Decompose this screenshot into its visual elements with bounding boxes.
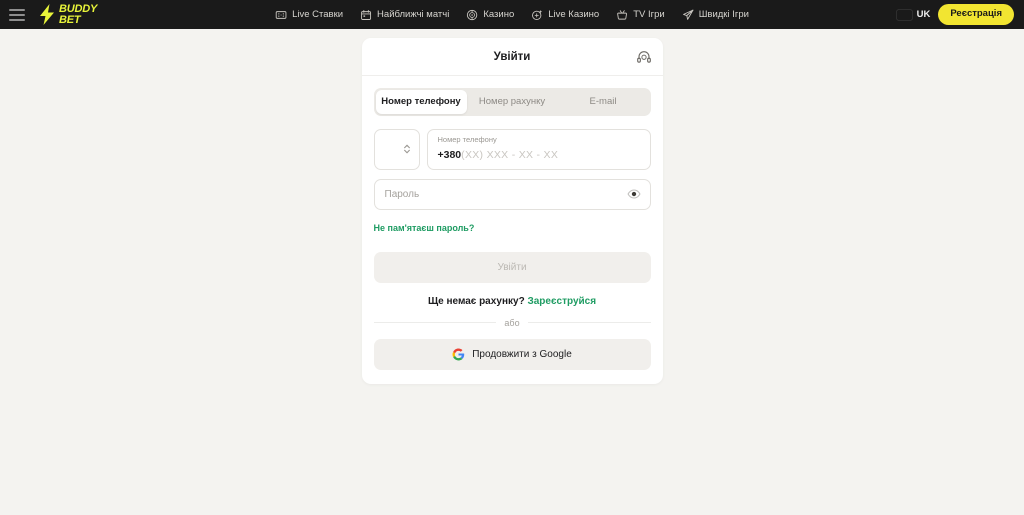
phone-number-input[interactable]: Номер телефону +380(XX) XXX - XX - XX — [427, 129, 651, 170]
phone-input-value: +380(XX) XXX - XX - XX — [438, 149, 559, 161]
phone-country-code: +380 — [438, 149, 462, 161]
nav-item-live-casino[interactable]: Live Казино — [531, 9, 599, 21]
nav-label: TV Ігри — [633, 9, 664, 20]
nav-label: Казино — [483, 9, 514, 20]
nav-label: Найближчі матчі — [377, 9, 449, 20]
logo-wordmark: BUDDY BET — [59, 4, 97, 25]
tv-icon — [616, 9, 628, 21]
top-header: BUDDY BET Live Ставки Найближчі матчі — [0, 0, 1024, 29]
burger-line — [9, 14, 25, 16]
forgot-password-link[interactable]: Не пам'ятаєш пароль? — [374, 223, 475, 233]
logo-line-2: BET — [59, 15, 97, 25]
continue-with-google-button[interactable]: Продовжити з Google — [374, 339, 651, 370]
signup-prompt-text: Ще немає рахунку? — [428, 296, 525, 307]
phone-input-row: Номер телефону +380(XX) XXX - XX - XX — [374, 129, 651, 170]
nav-item-casino[interactable]: Казино — [466, 9, 514, 21]
nav-label: Live Ставки — [292, 9, 343, 20]
site-logo[interactable]: BUDDY BET — [39, 4, 97, 25]
hamburger-menu-icon[interactable] — [9, 9, 25, 21]
divider-label: або — [504, 318, 519, 328]
nav-item-live-bets[interactable]: Live Ставки — [275, 9, 343, 21]
password-input[interactable]: Пароль — [374, 179, 651, 210]
login-method-tabs: Номер телефону Номер рахунку E-mail — [374, 88, 651, 116]
divider-line-left — [374, 322, 497, 323]
nav-item-fast-games[interactable]: Швидкі Ігри — [682, 9, 749, 21]
tab-email[interactable]: E-mail — [558, 90, 649, 114]
nav-item-upcoming-matches[interactable]: Найближчі матчі — [360, 9, 449, 21]
tab-phone-number[interactable]: Номер телефону — [376, 90, 467, 114]
nav-label: Live Казино — [548, 9, 599, 20]
scoreboard-icon — [275, 9, 287, 21]
login-card: Увійти Номер телефону Номер рахунку E-ma… — [362, 38, 663, 384]
login-submit-button[interactable]: Увійти — [374, 252, 651, 283]
signup-link[interactable]: Зареєструйся — [527, 296, 596, 307]
burger-line — [9, 19, 25, 21]
ukraine-flag-icon — [382, 144, 399, 155]
tab-account-number[interactable]: Номер рахунку — [467, 90, 558, 114]
lightning-bolt-icon — [39, 4, 56, 25]
page-title: Увійти — [494, 51, 531, 63]
signup-prompt-row: Ще немає рахунку? Зареєструйся — [374, 296, 651, 307]
rocket-icon — [682, 9, 694, 21]
or-divider: або — [374, 318, 651, 328]
headset-support-icon[interactable] — [636, 49, 652, 65]
eye-icon[interactable] — [627, 187, 641, 201]
logo-line-1: BUDDY — [59, 4, 97, 14]
password-placeholder: Пароль — [385, 189, 420, 200]
google-button-label: Продовжити з Google — [472, 349, 572, 360]
phone-mask: (XX) XXX - XX - XX — [461, 149, 558, 161]
country-code-selector[interactable] — [374, 129, 420, 170]
nav-label: Швидкі Ігри — [699, 9, 749, 20]
language-selector[interactable]: UK — [897, 9, 931, 20]
login-card-body: Номер телефону Номер рахунку E-mail — [362, 76, 663, 370]
burger-line — [9, 9, 25, 11]
phone-input-label: Номер телефону — [438, 135, 640, 145]
page-content: Увійти Номер телефону Номер рахунку E-ma… — [0, 29, 1024, 384]
login-card-header: Увійти — [362, 38, 663, 76]
calendar-icon — [360, 9, 372, 21]
language-code: UK — [917, 9, 931, 20]
live-casino-icon — [531, 9, 543, 21]
chevron-up-down-icon — [403, 143, 411, 155]
google-g-icon — [452, 348, 465, 361]
header-right-controls: UK Реєстрація — [897, 4, 1014, 25]
divider-line-right — [528, 322, 651, 323]
nav-item-tv-games[interactable]: TV Ігри — [616, 9, 664, 21]
register-button[interactable]: Реєстрація — [938, 4, 1014, 25]
main-navigation: Live Ставки Найближчі матчі Казино — [275, 9, 749, 21]
ukraine-flag-icon — [897, 10, 912, 20]
roulette-icon — [466, 9, 478, 21]
